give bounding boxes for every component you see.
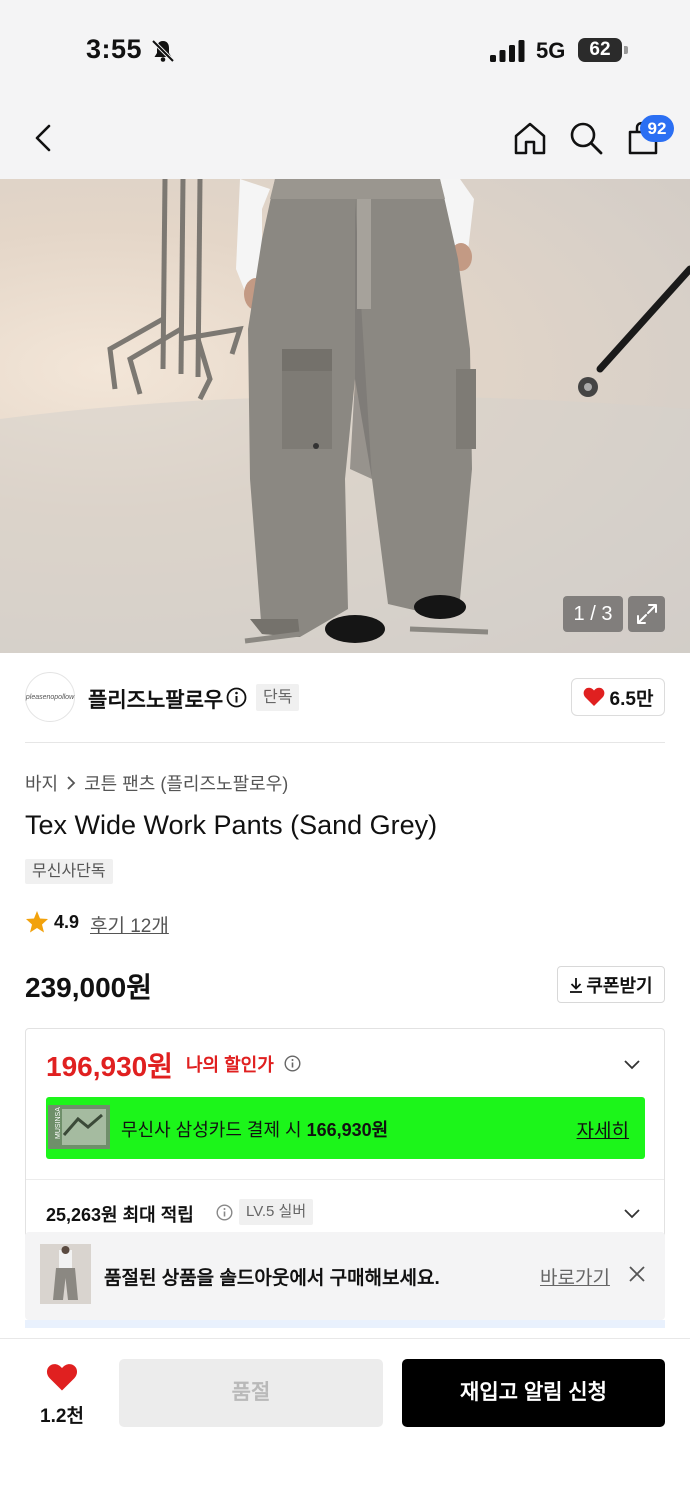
- brand-like-count: 6.5만: [609, 688, 654, 710]
- toast-message: 품절된 상품을 솔드아웃에서 구매해보세요.: [104, 1268, 440, 1289]
- product-like-count: 1.2천: [40, 1406, 84, 1427]
- star-icon: [26, 911, 48, 933]
- card-promo-desc: 무신사 삼성카드 결제 시: [121, 1120, 307, 1140]
- heart-icon: [583, 687, 604, 706]
- close-icon[interactable]: [628, 1265, 646, 1283]
- image-counter: 1 / 3: [563, 596, 623, 632]
- brand-logo-text: pleasenopollow: [25, 693, 75, 701]
- search-button[interactable]: [566, 118, 606, 158]
- signal-icon: [490, 40, 525, 62]
- brand-like-button[interactable]: 6.5만: [571, 678, 665, 716]
- home-icon: [514, 122, 546, 155]
- product-image[interactable]: [0, 179, 690, 653]
- brand-logo[interactable]: pleasenopollow: [25, 672, 75, 722]
- toast-go-link[interactable]: 바로가기: [540, 1263, 610, 1290]
- card-details-link[interactable]: 자세히: [577, 1116, 629, 1143]
- top-nav: [0, 100, 690, 179]
- download-icon: [570, 977, 583, 993]
- coupon-label: 쿠폰받기: [586, 975, 653, 996]
- exclusive-badge: 단독: [256, 684, 300, 711]
- brand-name[interactable]: 플리즈노팔로우: [88, 684, 223, 714]
- divider: [25, 742, 665, 743]
- coupon-button[interactable]: 쿠폰받기: [557, 966, 665, 1003]
- max-points: 25,263원 최대 적립: [46, 1205, 194, 1225]
- sale-price: 196,930원: [46, 1051, 173, 1082]
- expand-image-button[interactable]: [628, 596, 665, 632]
- product-photo: [0, 179, 690, 653]
- chevron-down-icon[interactable]: [622, 1204, 642, 1224]
- original-price: 239,000원: [25, 972, 152, 1003]
- card-promo-price: 166,930원: [306, 1120, 389, 1140]
- info-icon[interactable]: [284, 1055, 301, 1072]
- status-time: 3:55: [86, 34, 143, 64]
- battery-cap: [624, 46, 628, 54]
- info-icon[interactable]: [216, 1204, 233, 1221]
- heart-icon: [46, 1364, 78, 1391]
- toast-thumbnail-image: [40, 1244, 91, 1304]
- card-thumbnail: MUSINSA: [48, 1105, 110, 1149]
- expand-icon: [636, 604, 657, 624]
- chevron-down-icon[interactable]: [622, 1055, 642, 1075]
- cart-count-badge: 92: [640, 115, 674, 142]
- search-icon: [570, 122, 603, 155]
- member-level-badge: LV.5 실버: [239, 1199, 314, 1225]
- home-button[interactable]: [510, 118, 550, 158]
- network-type: 5G: [536, 38, 566, 63]
- toast-shadow-strip: [25, 1320, 665, 1328]
- info-icon[interactable]: [226, 687, 247, 708]
- battery-level: 62: [578, 38, 622, 62]
- chevron-left-icon: [35, 124, 51, 152]
- card-thumbnail-text: MUSINSA: [55, 1107, 62, 1139]
- toast-thumbnail: [40, 1244, 91, 1304]
- card-thumbnail-image: MUSINSA: [48, 1105, 110, 1149]
- soldout-toast: 품절된 상품을 솔드아웃에서 구매해보세요. 바로가기: [25, 1232, 665, 1320]
- card-promo-text: 무신사 삼성카드 결제 시 166,930원: [121, 1116, 388, 1142]
- battery-icon: 62: [578, 38, 628, 62]
- soldout-button: 품절: [119, 1359, 383, 1427]
- product-like-button[interactable]: 1.2천: [30, 1359, 94, 1429]
- breadcrumb-item-subcategory[interactable]: 코튼 팬츠 (플리즈노팔로우): [84, 770, 288, 796]
- breadcrumb: 바지 코튼 팬츠 (플리즈노팔로우): [25, 770, 288, 796]
- divider: [26, 1179, 664, 1180]
- discount-panel: 196,930원 나의 할인가 MUSINSA 무신사 삼성카드 결제 시 16…: [25, 1028, 665, 1238]
- bottom-action-bar: 1.2천 품절 재입고 알림 신청: [0, 1338, 690, 1500]
- musinsa-exclusive-tag: 무신사단독: [25, 859, 113, 884]
- bell-off-icon: [151, 39, 175, 63]
- product-title: Tex Wide Work Pants (Sand Grey): [25, 810, 438, 840]
- back-button[interactable]: [24, 118, 64, 158]
- chevron-right-icon: [67, 776, 76, 790]
- restock-alert-button[interactable]: 재입고 알림 신청: [402, 1359, 665, 1427]
- card-promo-banner[interactable]: MUSINSA 무신사 삼성카드 결제 시 166,930원 자세히: [46, 1097, 645, 1159]
- review-link[interactable]: 후기 12개: [90, 911, 169, 938]
- my-discount-label: 나의 할인가: [186, 1055, 274, 1075]
- rating-score: 4.9: [54, 912, 80, 932]
- breadcrumb-item-category[interactable]: 바지: [25, 770, 58, 796]
- status-bar: 3:55 5G 62: [0, 0, 690, 100]
